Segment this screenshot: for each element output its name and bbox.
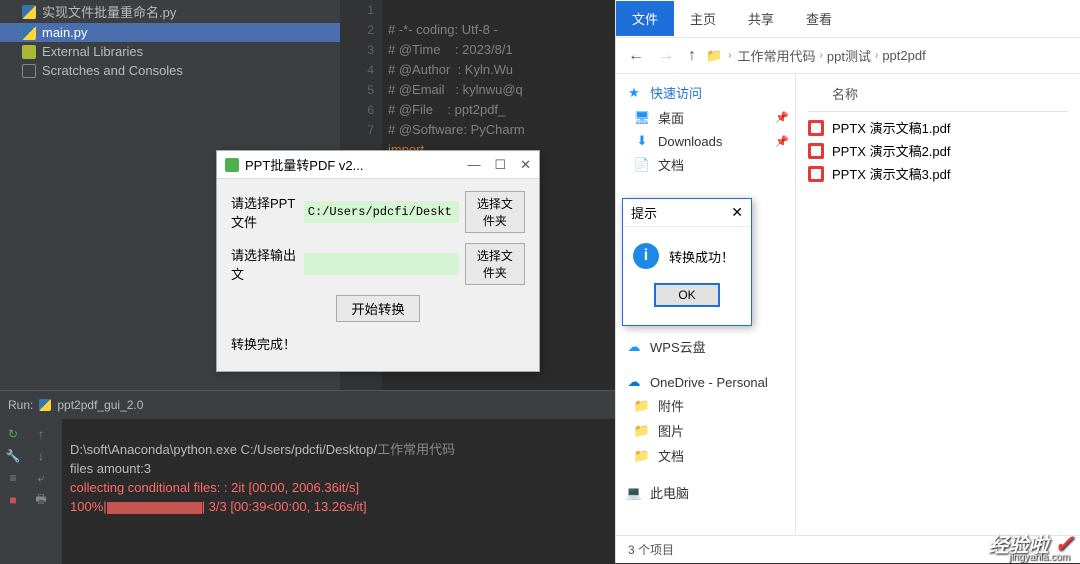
file-list[interactable]: 名称 PPTX 演示文稿1.pdf PPTX 演示文稿2.pdf PPTX 演示… xyxy=(796,74,1080,534)
convert-status: 转换完成！ xyxy=(231,328,525,359)
console-output[interactable]: D:\soft\Anaconda\python.exe C:/Users/pdc… xyxy=(70,423,455,535)
maximize-icon[interactable]: ☐ xyxy=(494,157,506,173)
converter-dialog: PPT批量转PDF v2... — ☐ ✕ 请选择PPT文件 选择文件夹 请选择… xyxy=(216,150,540,372)
rerun-icon[interactable]: ↻ xyxy=(4,425,22,443)
message-box: 提示 ✕ i 转换成功！ OK xyxy=(622,198,752,326)
scratch-icon xyxy=(22,64,36,78)
library-icon xyxy=(22,45,36,59)
watermark-url: jingyanla.com xyxy=(1009,552,1070,563)
pdf-icon xyxy=(808,143,824,159)
run-label: Run: xyxy=(8,398,33,412)
msgbox-title: 提示 xyxy=(631,203,657,222)
dialog-titlebar[interactable]: PPT批量转PDF v2... — ☐ ✕ xyxy=(217,151,539,179)
nav-desktop[interactable]: 🖥桌面📌 xyxy=(616,105,795,130)
folder-icon: 📁 xyxy=(634,448,650,464)
nav-this-pc[interactable]: 💻此电脑 xyxy=(616,480,795,505)
nav-bar: ← → ↑ 📁 › 工作常用代码› ppt测试› ppt2pdf xyxy=(616,38,1080,74)
star-icon: ★ xyxy=(626,85,642,101)
run-header: Run: ppt2pdf_gui_2.0 xyxy=(0,391,615,419)
onedrive-icon: ☁ xyxy=(626,374,642,390)
file-row[interactable]: PPTX 演示文稿2.pdf xyxy=(808,139,1068,162)
layout-icon[interactable]: ≡ xyxy=(4,469,22,487)
nav-downloads[interactable]: ⬇Downloads📌 xyxy=(616,130,795,152)
msgbox-titlebar[interactable]: 提示 ✕ xyxy=(623,199,751,227)
info-icon: i xyxy=(633,243,659,269)
tab-share[interactable]: 共享 xyxy=(732,1,790,36)
msgbox-text: 转换成功！ xyxy=(669,247,734,266)
desktop-icon: 🖥 xyxy=(634,110,650,126)
python-icon xyxy=(22,26,36,40)
close-icon[interactable]: ✕ xyxy=(520,157,531,173)
quick-access[interactable]: ★快速访问 xyxy=(616,80,795,105)
pin-icon: 📌 xyxy=(775,135,789,148)
run-console: Run: ppt2pdf_gui_2.0 ↻ 🔧 ≡ ■ ↑ ↓ ⤶ 🖶 D:\… xyxy=(0,390,615,563)
start-convert-button[interactable]: 开始转换 xyxy=(336,295,419,322)
pdf-icon xyxy=(808,166,824,182)
choose-output-button[interactable]: 选择文件夹 xyxy=(465,243,525,285)
run-script-name[interactable]: ppt2pdf_gui_2.0 xyxy=(57,398,143,412)
up-icon[interactable]: ↑ xyxy=(32,425,50,443)
cloud-icon: ☁ xyxy=(626,339,642,355)
nav-documents[interactable]: 📄文档 xyxy=(616,152,795,177)
choose-ppt-button[interactable]: 选择文件夹 xyxy=(465,191,525,233)
python-icon xyxy=(39,399,51,411)
pc-icon: 💻 xyxy=(626,485,642,501)
nav-attachments[interactable]: 📁附件 xyxy=(616,393,795,418)
nav-pictures[interactable]: 📁图片 xyxy=(616,418,795,443)
tree-external-libs[interactable]: External Libraries xyxy=(0,42,340,61)
nav-onedrive[interactable]: ☁OneDrive - Personal xyxy=(616,371,795,393)
minimize-icon[interactable]: — xyxy=(467,157,480,173)
document-icon: 📄 xyxy=(634,157,650,173)
tree-scratches[interactable]: Scratches and Consoles xyxy=(0,61,340,80)
close-icon[interactable]: ✕ xyxy=(731,204,743,221)
pdf-icon xyxy=(808,120,824,136)
tree-file-1[interactable]: 实现文件批量重命名.py xyxy=(0,0,340,23)
file-row[interactable]: PPTX 演示文稿3.pdf xyxy=(808,162,1068,185)
breadcrumb[interactable]: 工作常用代码› ppt测试› ppt2pdf xyxy=(738,46,926,65)
stop-icon[interactable]: ■ xyxy=(4,491,22,509)
progress-bar xyxy=(107,502,202,514)
nav-back-icon[interactable]: ← xyxy=(624,47,648,65)
folder-icon: 📁 xyxy=(706,48,722,64)
nav-wps[interactable]: ☁WPS云盘 xyxy=(616,334,795,359)
ok-button[interactable]: OK xyxy=(654,283,719,307)
down-icon[interactable]: ↓ xyxy=(32,447,50,465)
print-icon[interactable]: 🖶 xyxy=(32,491,50,509)
app-icon xyxy=(225,158,239,172)
tree-file-main[interactable]: main.py xyxy=(0,23,340,42)
ppt-path-input[interactable] xyxy=(304,201,459,223)
tab-file[interactable]: 文件 xyxy=(616,1,674,36)
output-path-label: 请选择输出文 xyxy=(231,245,298,283)
nav-documents-2[interactable]: 📁文档 xyxy=(616,443,795,468)
file-row[interactable]: PPTX 演示文稿1.pdf xyxy=(808,116,1068,139)
output-path-input[interactable] xyxy=(304,253,459,275)
ribbon-tabs: 文件 主页 共享 查看 xyxy=(616,0,1080,38)
tab-view[interactable]: 查看 xyxy=(790,1,848,36)
nav-up-icon[interactable]: ↑ xyxy=(684,47,700,65)
python-icon xyxy=(22,5,36,19)
folder-icon: 📁 xyxy=(634,398,650,414)
dialog-title: PPT批量转PDF v2... xyxy=(245,155,363,174)
run-toolbar: ↻ 🔧 ≡ ■ ↑ ↓ ⤶ 🖶 xyxy=(0,419,62,564)
tab-home[interactable]: 主页 xyxy=(674,1,732,36)
nav-forward-icon[interactable]: → xyxy=(654,47,678,65)
ppt-path-label: 请选择PPT文件 xyxy=(231,193,298,231)
folder-icon: 📁 xyxy=(634,423,650,439)
wrap-icon[interactable]: ⤶ xyxy=(32,469,50,487)
pin-icon: 📌 xyxy=(775,111,789,124)
download-icon: ⬇ xyxy=(634,133,650,149)
column-name[interactable]: 名称 xyxy=(808,82,1068,112)
wrench-icon[interactable]: 🔧 xyxy=(4,447,22,465)
